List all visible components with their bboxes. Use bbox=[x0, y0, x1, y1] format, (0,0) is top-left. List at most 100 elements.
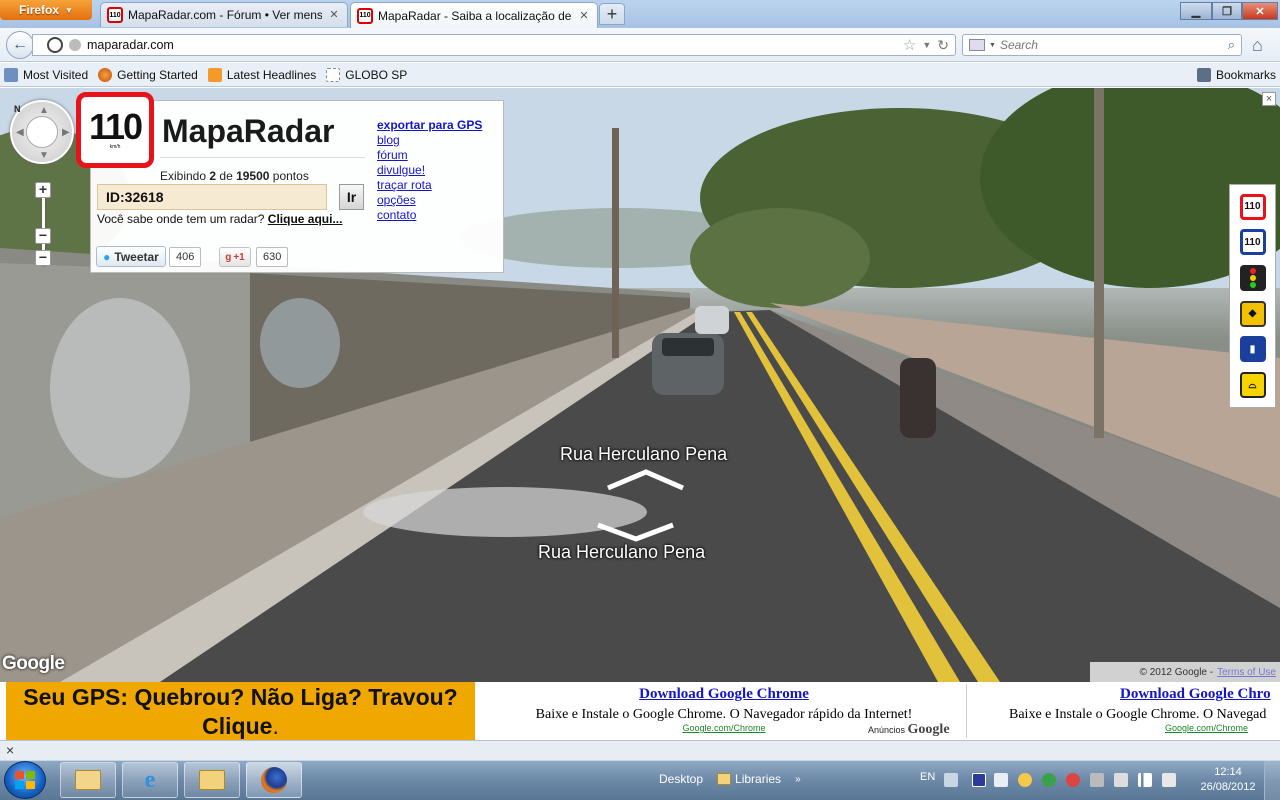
chrome-ad-title[interactable]: Download Google Chro bbox=[1006, 686, 1280, 703]
radar-id-input[interactable] bbox=[97, 184, 327, 210]
chrome-ad-2[interactable]: Download Google Chro Baixe e Instale o G… bbox=[1006, 686, 1280, 733]
terms-of-use-link[interactable]: Terms of Use bbox=[1217, 667, 1276, 678]
zoom-in-button[interactable]: + bbox=[35, 182, 51, 198]
start-button[interactable] bbox=[4, 761, 46, 799]
taskbar-explorer[interactable] bbox=[184, 762, 240, 798]
pan-control-center[interactable] bbox=[26, 116, 58, 148]
chrome-ad-url[interactable]: Google.com/Chrome bbox=[1006, 723, 1280, 733]
bookmarks-menu-button[interactable]: Bookmarks bbox=[1196, 67, 1276, 82]
site-identity-icon[interactable] bbox=[47, 37, 63, 53]
ads-by-google[interactable]: Anúncios Google bbox=[868, 722, 950, 738]
zoom-out-button[interactable]: − bbox=[35, 250, 51, 266]
options-link[interactable]: opções bbox=[377, 193, 482, 207]
tab-label: MapaRadar.com - Fórum • Ver mens... bbox=[128, 8, 322, 22]
search-bar[interactable]: ▼ Search ⌕ bbox=[962, 34, 1242, 56]
close-streetview-button[interactable]: × bbox=[1262, 92, 1276, 106]
url-bar[interactable]: maparadar.com ☆ ▼ ↻ bbox=[32, 34, 956, 56]
taskbar-mail-app[interactable] bbox=[60, 762, 116, 798]
volume-muted-icon[interactable] bbox=[1162, 773, 1176, 787]
maximize-button[interactable]: ❐ bbox=[1212, 2, 1242, 20]
taskbar-firefox[interactable] bbox=[246, 762, 302, 798]
taskbar-internet-explorer[interactable]: e bbox=[122, 762, 178, 798]
pan-left-icon[interactable]: ◀ bbox=[16, 127, 24, 138]
blog-link[interactable]: blog bbox=[377, 133, 482, 147]
gps-ad-line1: Seu GPS: Quebrou? Não Liga? Travou? bbox=[23, 684, 458, 710]
security-icon[interactable] bbox=[1042, 773, 1056, 787]
go-button[interactable]: Ir bbox=[339, 184, 364, 210]
copyright-text: © 2012 Google - bbox=[1139, 666, 1214, 678]
forum-link[interactable]: fórum bbox=[377, 148, 482, 162]
speed-bump-icon[interactable]: ⌓ bbox=[1239, 372, 1266, 399]
zoom-slider-handle[interactable]: − bbox=[35, 228, 51, 244]
desktop-toolbar[interactable]: Desktop bbox=[659, 772, 703, 786]
close-tab-icon[interactable]: ✕ bbox=[327, 8, 341, 22]
chrome-ad-title[interactable]: Download Google Chrome bbox=[484, 686, 964, 703]
close-tab-icon[interactable]: ✕ bbox=[577, 9, 591, 23]
traffic-light-icon[interactable] bbox=[1239, 265, 1266, 292]
url-text[interactable]: maparadar.com bbox=[87, 38, 174, 52]
system-clock[interactable]: 12:14 26/08/2012 bbox=[1196, 765, 1260, 795]
bookmark-getting-started[interactable]: Getting Started bbox=[98, 67, 198, 82]
report-radar-link[interactable]: Clique aqui... bbox=[268, 212, 343, 226]
bookmark-star-icon[interactable]: ☆ bbox=[903, 36, 916, 54]
smiley-icon[interactable] bbox=[1018, 773, 1032, 787]
brand-title[interactable]: MapaRadar bbox=[162, 113, 335, 150]
search-icon[interactable]: ⌕ bbox=[1228, 37, 1235, 53]
keyboard-icon[interactable] bbox=[944, 773, 958, 787]
home-icon[interactable]: ⌂ bbox=[1252, 35, 1263, 56]
route-link[interactable]: traçar rota bbox=[377, 178, 482, 192]
share-link[interactable]: divulgue! bbox=[377, 163, 482, 177]
export-gps-link[interactable]: exportar para GPS bbox=[377, 118, 482, 132]
school-icon[interactable]: ▮ bbox=[1239, 336, 1266, 363]
street-label-back[interactable]: Rua Herculano Pena bbox=[538, 542, 705, 563]
bookmarks-icon bbox=[1196, 67, 1211, 82]
reload-icon[interactable]: ↻ bbox=[937, 37, 949, 54]
show-desktop-button[interactable] bbox=[1264, 761, 1280, 800]
bookmark-globo-sp[interactable]: GLOBO SP bbox=[326, 67, 407, 82]
speed-110-blue-icon[interactable]: 110 bbox=[1239, 229, 1266, 256]
speed-110-icon[interactable]: 110 bbox=[1239, 193, 1266, 220]
search-engine-icon[interactable] bbox=[969, 39, 985, 51]
back-button[interactable]: ← bbox=[6, 31, 34, 59]
bookmark-latest-headlines[interactable]: Latest Headlines bbox=[207, 67, 316, 82]
pan-down-icon[interactable]: ▼ bbox=[39, 150, 49, 161]
bluetooth-icon[interactable] bbox=[1066, 773, 1080, 787]
chrome-ad-text: Baixe e Instale o Google Chrome. O Naveg… bbox=[1009, 707, 1267, 722]
tweet-button[interactable]: ● Tweetar bbox=[96, 246, 166, 267]
toolbar-expand-icon[interactable]: » bbox=[795, 774, 801, 785]
language-indicator[interactable]: EN bbox=[920, 771, 935, 783]
usb-device-icon[interactable] bbox=[1114, 773, 1128, 787]
minimize-button[interactable]: ▁ bbox=[1180, 2, 1212, 20]
tab-maparadar[interactable]: 110 MapaRadar - Saiba a localização de t… bbox=[350, 2, 598, 28]
showing-prefix: Exibindo bbox=[160, 169, 210, 183]
message-icon[interactable] bbox=[994, 773, 1008, 787]
showing-suffix: pontos bbox=[269, 169, 309, 183]
speed-limit-logo[interactable]: 110 km/h bbox=[76, 92, 154, 168]
firefox-menu-button[interactable]: Firefox ▼ bbox=[0, 0, 92, 20]
google-logo[interactable]: Google bbox=[2, 653, 65, 675]
gps-ad-banner[interactable]: Seu GPS: Quebrou? Não Liga? Travou? Cliq… bbox=[6, 682, 475, 740]
pan-right-icon[interactable]: ▶ bbox=[62, 127, 70, 138]
network-signal-icon[interactable] bbox=[1138, 773, 1152, 787]
tweet-label: Tweetar bbox=[114, 249, 159, 264]
libraries-toolbar[interactable]: Libraries bbox=[717, 772, 781, 786]
close-addon-bar-icon[interactable]: × bbox=[6, 742, 14, 758]
dropdown-arrow-icon[interactable]: ▼ bbox=[989, 42, 996, 49]
history-dropdown-icon[interactable]: ▼ bbox=[922, 40, 931, 50]
report-radar-prompt: Você sabe onde tem um radar? Clique aqui… bbox=[97, 212, 342, 226]
police-icon[interactable]: ◆ bbox=[1239, 300, 1266, 327]
action-center-icon[interactable] bbox=[1090, 773, 1104, 787]
google-plus-button[interactable]: g +1 bbox=[219, 247, 251, 267]
street-label-forward[interactable]: Rua Herculano Pena bbox=[560, 444, 727, 465]
showing-total: 19500 bbox=[236, 169, 270, 183]
search-input[interactable]: Search bbox=[1000, 38, 1038, 52]
antivirus-icon[interactable] bbox=[972, 773, 986, 787]
bookmark-most-visited[interactable]: Most Visited bbox=[4, 67, 88, 82]
pan-up-icon[interactable]: ▲ bbox=[39, 105, 49, 116]
chrome-ad-text: Baixe e Instale o Google Chrome. O Naveg… bbox=[535, 707, 913, 722]
contact-link[interactable]: contato bbox=[377, 208, 482, 222]
tab-forum[interactable]: 110 MapaRadar.com - Fórum • Ver mens... … bbox=[100, 2, 348, 27]
close-window-button[interactable]: ✕ bbox=[1242, 2, 1278, 20]
new-tab-button[interactable]: + bbox=[599, 3, 625, 25]
firefox-icon bbox=[261, 767, 287, 793]
